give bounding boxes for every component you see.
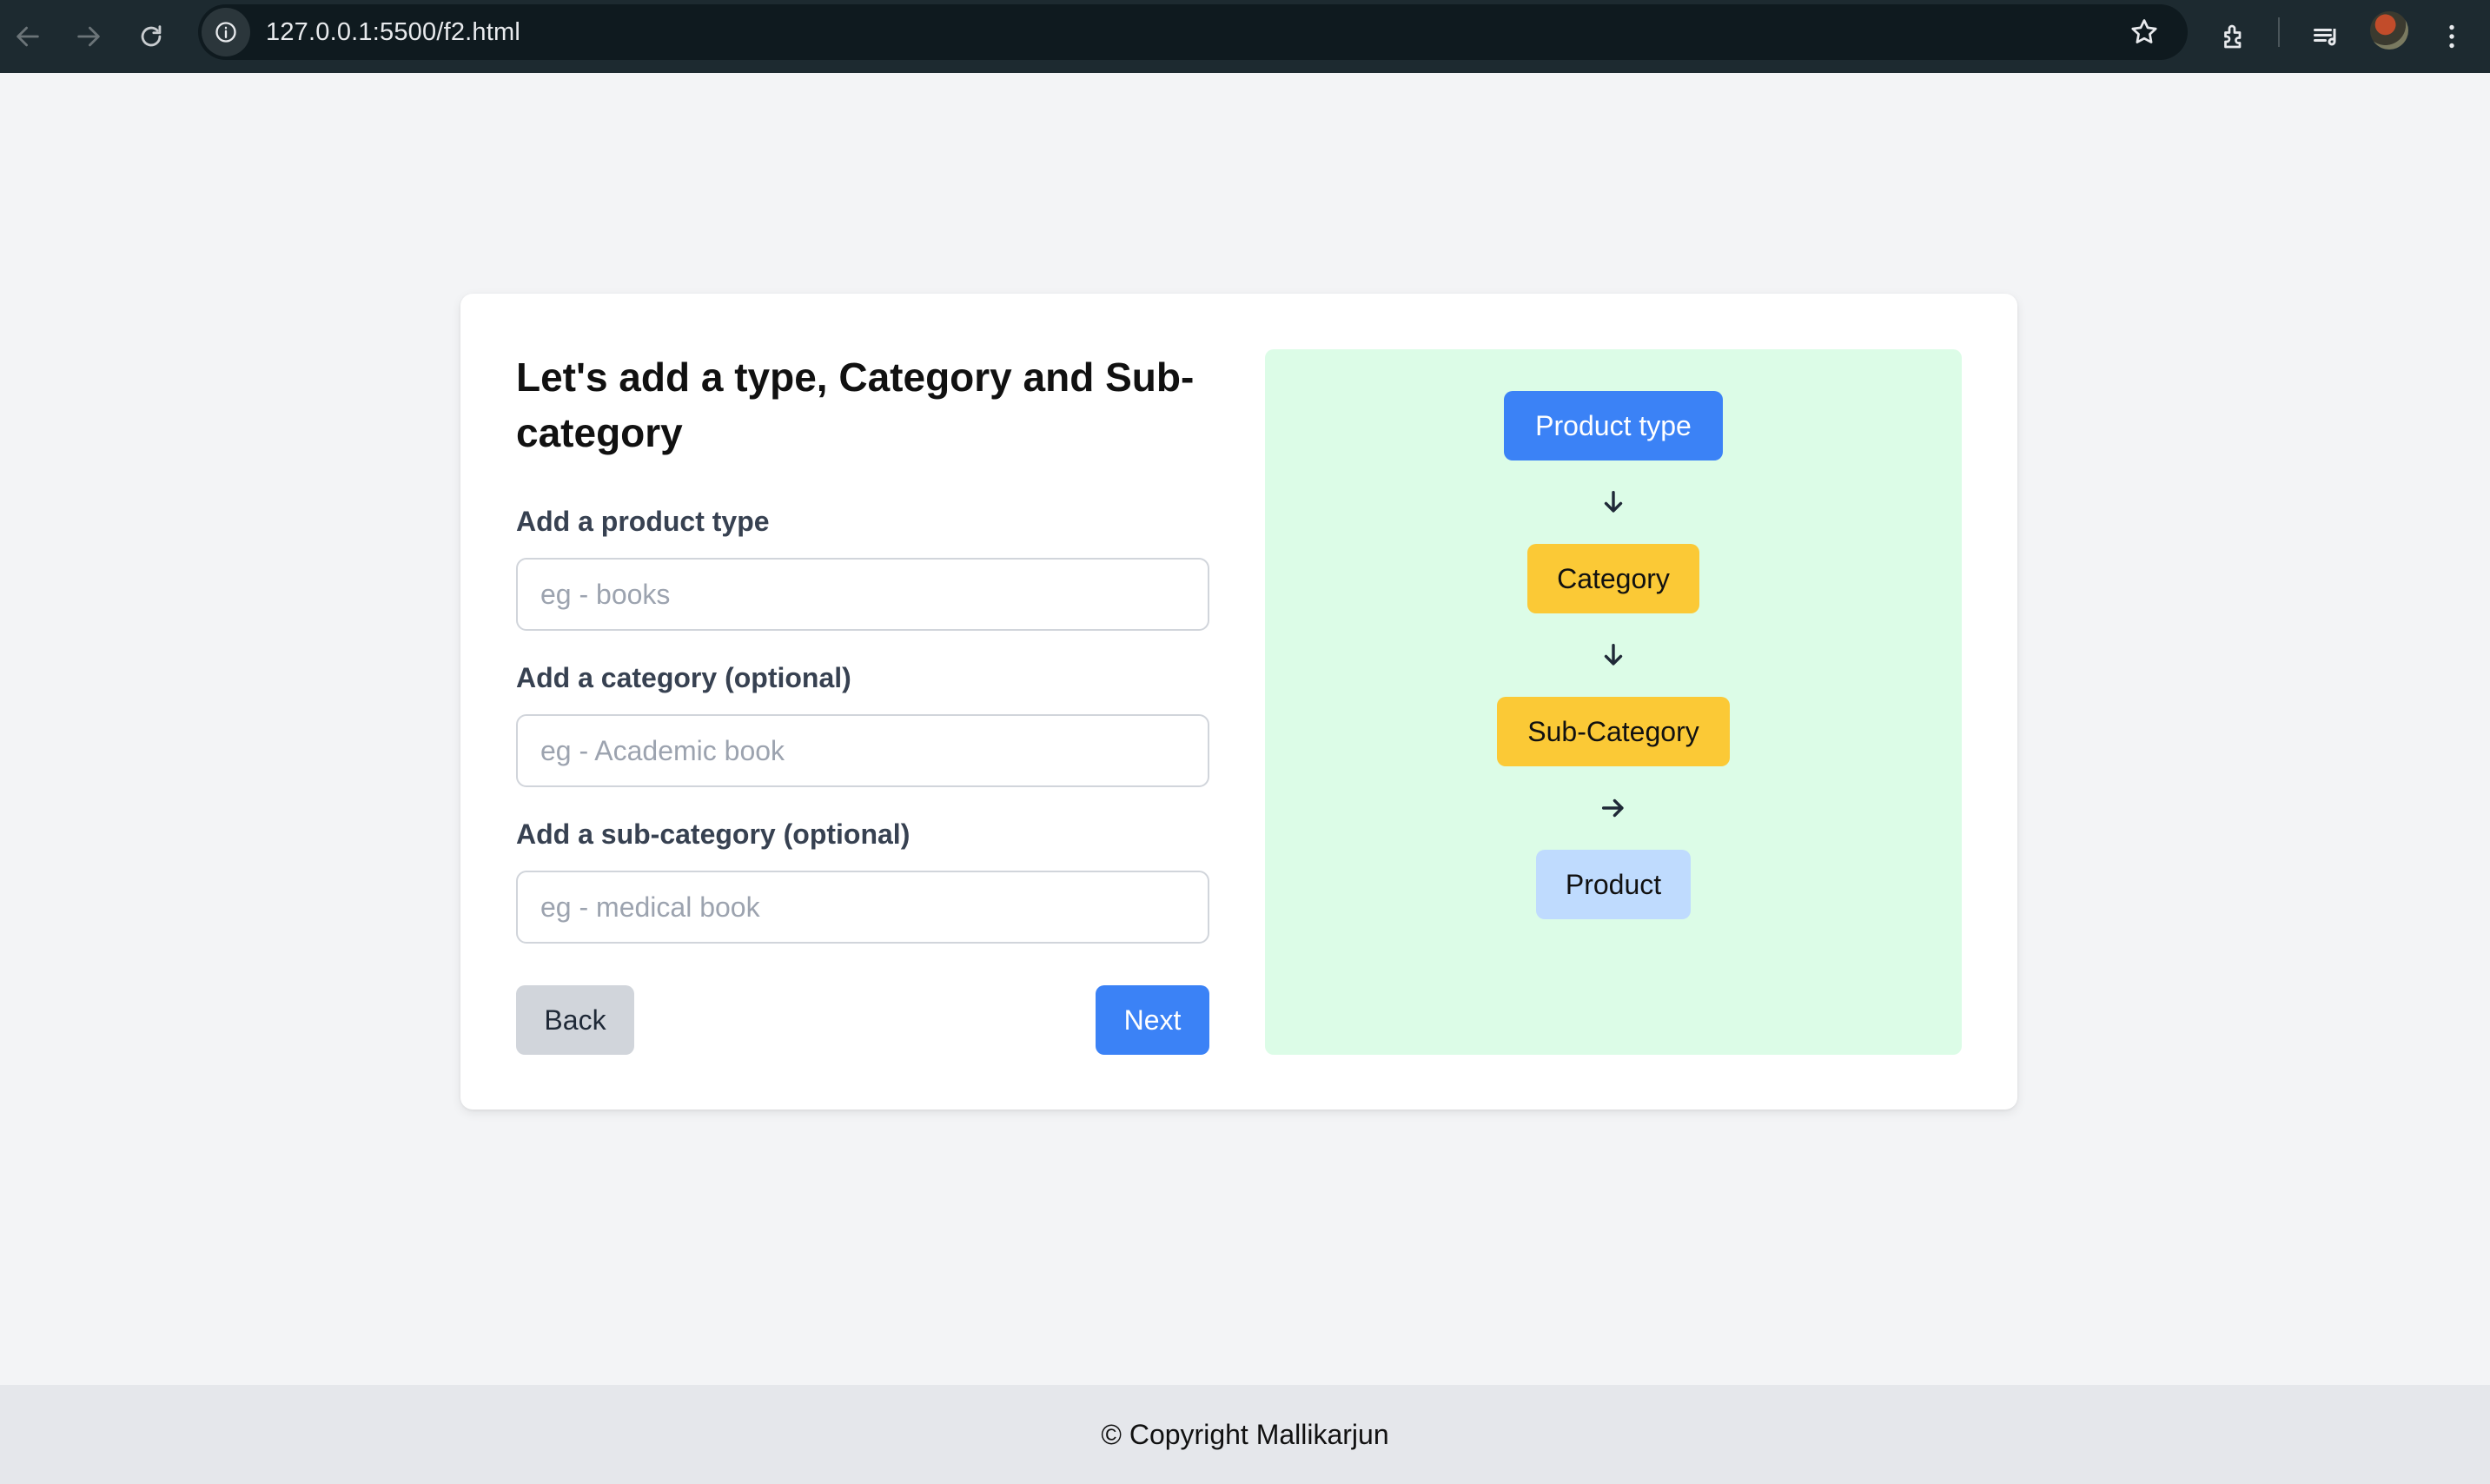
reload-icon[interactable] xyxy=(127,12,175,61)
sub-category-label: Add a sub-category (optional) xyxy=(516,818,911,850)
back-button[interactable]: Back xyxy=(516,985,634,1055)
site-info-icon[interactable] xyxy=(202,8,250,56)
flow-node-sub-category: Sub-Category xyxy=(1497,697,1730,766)
media-queue-icon[interactable] xyxy=(2302,12,2351,61)
product-type-input[interactable] xyxy=(516,558,1209,631)
bookmark-star-icon[interactable] xyxy=(2125,13,2163,51)
copyright-text: © Copyright Mallikarjun xyxy=(1101,1418,1389,1450)
sub-category-input[interactable] xyxy=(516,871,1209,944)
category-label: Add a category (optional) xyxy=(516,662,851,693)
arrow-down-icon xyxy=(1598,639,1629,671)
browser-toolbar: 127.0.0.1:5500/f2.html xyxy=(0,0,2490,73)
flow-node-category: Category xyxy=(1527,544,1699,613)
more-menu-icon[interactable] xyxy=(2427,12,2476,61)
next-button[interactable]: Next xyxy=(1096,985,1209,1055)
add-type-card: Let's add a type, Category and Sub-categ… xyxy=(460,294,2017,1110)
flow-node-product-type: Product type xyxy=(1504,391,1723,460)
footer: © Copyright Mallikarjun xyxy=(0,1385,2490,1484)
form-section: Let's add a type, Category and Sub-categ… xyxy=(516,349,1209,1055)
arrow-right-icon xyxy=(1598,792,1629,824)
profile-avatar[interactable] xyxy=(2370,11,2408,50)
back-arrow-icon[interactable] xyxy=(3,12,52,61)
arrow-down-icon xyxy=(1598,487,1629,518)
category-input[interactable] xyxy=(516,714,1209,787)
hierarchy-diagram: Product type Category Sub-Category Produ… xyxy=(1265,349,1962,1055)
flow-node-product: Product xyxy=(1536,850,1691,919)
url-text[interactable]: 127.0.0.1:5500/f2.html xyxy=(266,18,520,47)
address-bar[interactable]: 127.0.0.1:5500/f2.html xyxy=(198,4,2188,60)
extensions-icon[interactable] xyxy=(2210,12,2259,61)
forward-arrow-icon[interactable] xyxy=(64,12,113,61)
product-type-label: Add a product type xyxy=(516,506,770,537)
toolbar-divider xyxy=(2278,17,2280,47)
page-title: Let's add a type, Category and Sub-categ… xyxy=(516,354,1195,455)
